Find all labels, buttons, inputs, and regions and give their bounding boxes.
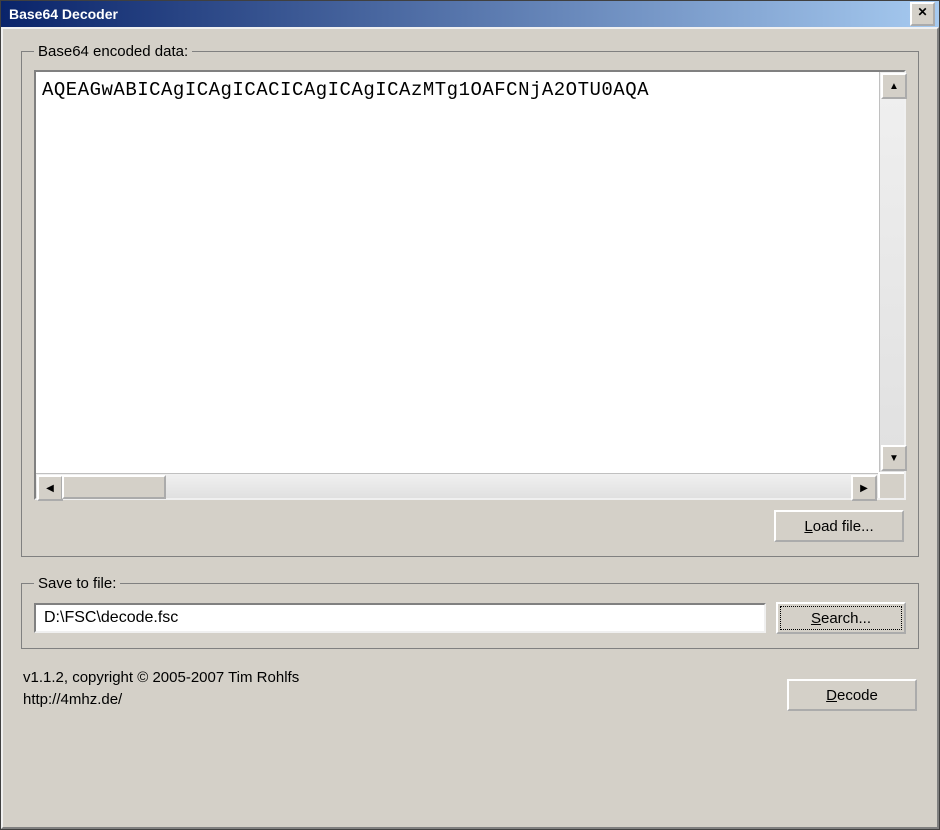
decode-button[interactable]: Decode: [787, 679, 917, 711]
window-title: Base64 Decoder: [9, 6, 910, 22]
encoded-data-legend: Base64 encoded data:: [34, 43, 192, 60]
horizontal-scrollbar[interactable]: ◀ ▶: [36, 473, 878, 498]
chevron-left-icon: ◀: [46, 483, 54, 494]
horizontal-scroll-thumb[interactable]: [62, 475, 166, 499]
scroll-corner: [880, 474, 904, 498]
chevron-down-icon: ▼: [889, 453, 899, 464]
search-button[interactable]: Search...: [776, 602, 906, 634]
app-window: Base64 Decoder ✕ Base64 encoded data: AQ…: [0, 0, 940, 830]
encoded-data-group: Base64 encoded data: AQEAGwABICAgICAgICA…: [21, 43, 919, 557]
client-area: Base64 encoded data: AQEAGwABICAgICAgICA…: [1, 27, 939, 829]
save-file-group: Save to file: Search...: [21, 575, 919, 649]
close-icon: ✕: [917, 5, 927, 19]
scroll-right-button[interactable]: ▶: [851, 475, 877, 501]
titlebar: Base64 Decoder ✕: [1, 1, 939, 27]
encoded-data-textarea[interactable]: AQEAGwABICAgICAgICACICAgICAgICAzMTg1OAFC…: [34, 70, 906, 500]
load-file-button[interactable]: Load file...: [774, 510, 904, 542]
save-file-legend: Save to file:: [34, 575, 120, 592]
save-path-input[interactable]: [34, 603, 766, 633]
vertical-scrollbar[interactable]: ▲ ▼: [879, 72, 904, 472]
close-button[interactable]: ✕: [910, 2, 935, 26]
encoded-data-content[interactable]: AQEAGwABICAgICAgICACICAgICAgICAzMTg1OAFC…: [36, 72, 878, 472]
scroll-left-button[interactable]: ◀: [37, 475, 63, 501]
load-file-label-rest: oad file...: [813, 518, 874, 535]
search-label-rest: earch...: [821, 610, 871, 627]
chevron-right-icon: ▶: [860, 483, 868, 494]
footer: v1.1.2, copyright © 2005-2007 Tim Rohlfs…: [21, 667, 919, 711]
scroll-up-button[interactable]: ▲: [881, 73, 907, 99]
chevron-up-icon: ▲: [889, 81, 899, 92]
footer-text: v1.1.2, copyright © 2005-2007 Tim Rohlfs…: [23, 667, 299, 711]
copyright-line: v1.1.2, copyright © 2005-2007 Tim Rohlfs: [23, 667, 299, 689]
website-line: http://4mhz.de/: [23, 689, 299, 711]
scroll-down-button[interactable]: ▼: [881, 445, 907, 471]
decode-label-rest: ecode: [837, 687, 878, 704]
